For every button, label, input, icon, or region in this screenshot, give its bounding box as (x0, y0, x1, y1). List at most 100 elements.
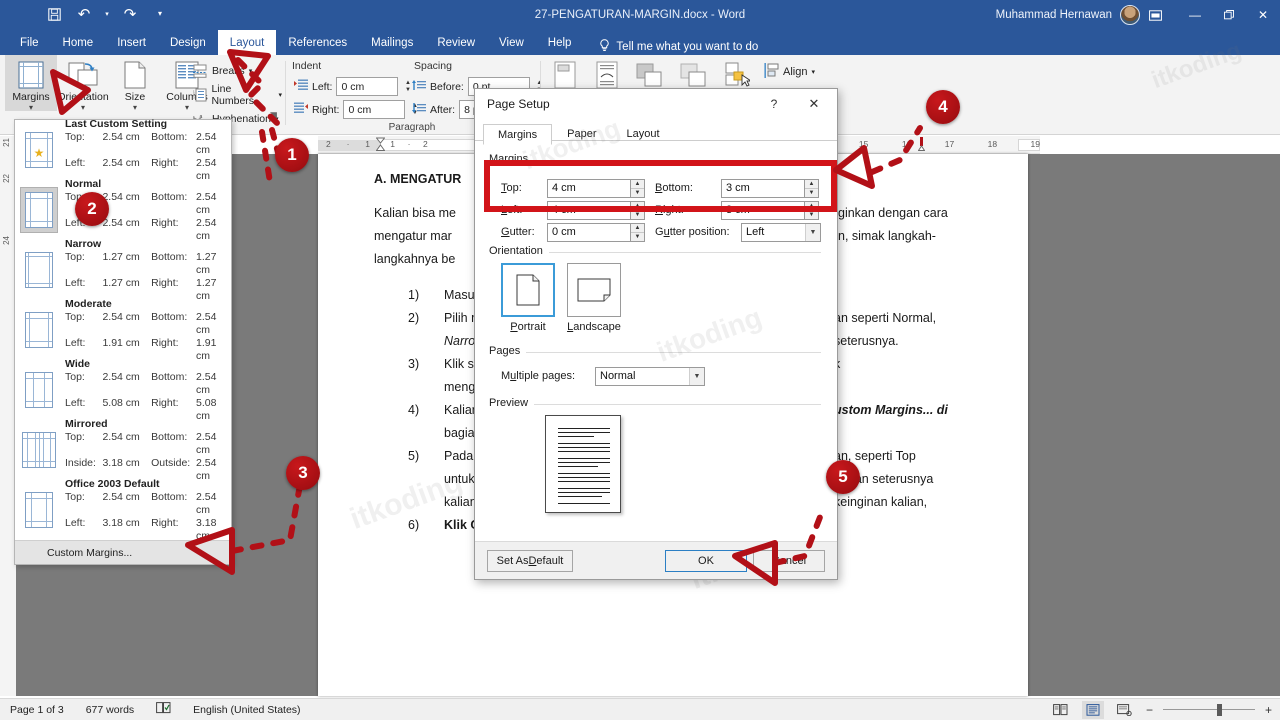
align-icon (764, 63, 779, 81)
margin-right-stepper[interactable]: ▲ ▼ (805, 200, 819, 220)
word-count[interactable]: 677 words (86, 704, 134, 716)
bottom-label: Bottom: (151, 190, 188, 203)
chevron-down-icon[interactable]: ▼ (805, 223, 820, 241)
tab-file[interactable]: File (8, 30, 51, 55)
tab-home[interactable]: Home (51, 30, 106, 55)
tab-mailings[interactable]: Mailings (359, 30, 425, 55)
dialog-footer: Set As Default OK Cancel (475, 541, 837, 579)
margin-top-input[interactable]: 4 cm (547, 178, 631, 198)
cancel-button[interactable]: Cancel (753, 550, 825, 572)
web-layout-view-button[interactable] (1114, 701, 1136, 719)
custom-margins-menu-item[interactable]: Custom Margins... (15, 540, 231, 564)
margin-right-input[interactable]: 3 cm (721, 200, 805, 220)
line-numbers-button[interactable]: 123 Line Numbers ▾ (192, 83, 282, 107)
gutter-position-select[interactable]: Left ▼ (741, 222, 821, 242)
margins-item-name: Moderate (65, 297, 112, 310)
align-button[interactable]: Align ▾ (764, 63, 815, 81)
top-label: Top: (65, 370, 85, 383)
tab-stop-marker[interactable] (917, 137, 926, 153)
help-icon[interactable]: ? (763, 94, 785, 114)
margins-menu-item-wide[interactable]: Wide Top: 2.54 cm Bottom: 2.54 cm Left: … (15, 358, 231, 422)
bottom-value: 1.27 cm (196, 250, 217, 276)
margins-chevron-down-icon[interactable]: ▾ (29, 104, 33, 112)
chevron-down-icon[interactable]: ▼ (689, 367, 704, 385)
zoom-in-button[interactable]: + (1265, 703, 1272, 717)
orientation-landscape-option[interactable]: Landscape (567, 263, 621, 333)
hruler-tick: 2 (325, 139, 331, 149)
margins-button[interactable]: Margins ▾ (5, 55, 57, 112)
margins-menu-item-normal[interactable]: Normal Top: 2.54 cm Bottom: 2.54 cm Left… (15, 178, 231, 242)
orientation-button-label: Orientation (57, 91, 109, 103)
margins-menu-item-last-custom-setting[interactable]: ★ Last Custom Setting Top: 2.54 cm Botto… (15, 117, 231, 182)
line-numbers-chevron-down-icon[interactable]: ▾ (278, 91, 282, 99)
margins-item-name: Office 2003 Default (65, 477, 160, 490)
zoom-slider-thumb[interactable] (1216, 703, 1222, 716)
proofing-icon[interactable] (156, 702, 171, 717)
lightbulb-icon (599, 39, 610, 55)
annotation-badge-2: 2 (75, 192, 109, 226)
avatar[interactable] (1120, 5, 1140, 25)
orientation-button[interactable]: Orientation ▾ (57, 55, 109, 112)
tab-review[interactable]: Review (425, 30, 487, 55)
breaks-button[interactable]: Breaks ▾ (192, 61, 282, 81)
dialog-tab-layout[interactable]: Layout (611, 123, 674, 144)
margin-left-input[interactable]: 4 cm (547, 200, 631, 220)
tab-help[interactable]: Help (536, 30, 584, 55)
size-chevron-down-icon[interactable]: ▾ (133, 104, 137, 112)
indent-marker-left[interactable] (375, 137, 386, 154)
margin-bottom-stepper[interactable]: ▲ ▼ (805, 178, 819, 198)
annotation-badge-5: 5 (826, 460, 860, 494)
margins-menu-item-office-2003-default[interactable]: Office 2003 Default Top: 2.54 cm Bottom:… (15, 477, 231, 542)
print-layout-view-button[interactable] (1081, 700, 1104, 719)
margin-left-stepper[interactable]: ▲ ▼ (631, 200, 645, 220)
page-info[interactable]: Page 1 of 3 (10, 704, 64, 716)
size-button[interactable]: Size ▾ (109, 55, 161, 112)
page-setup-dialog-launcher-icon[interactable]: ◥ (270, 110, 277, 121)
dialog-tab-margins[interactable]: Margins (483, 124, 553, 145)
restore-button[interactable] (1212, 0, 1246, 30)
tab-design[interactable]: Design (158, 30, 218, 55)
set-as-default-button[interactable]: Set As Default (487, 550, 573, 572)
margin-bottom-row: Bottom: 3 cm ▲ ▼ (655, 177, 819, 199)
margins-item-name: Last Custom Setting (65, 117, 168, 130)
minimize-button[interactable]: — (1178, 0, 1212, 30)
tab-insert[interactable]: Insert (105, 30, 158, 55)
gutter-input[interactable]: 0 cm (547, 222, 631, 242)
columns-chevron-down-icon[interactable]: ▾ (185, 104, 189, 112)
tab-layout[interactable]: Layout (217, 30, 277, 55)
zoom-out-button[interactable]: − (1146, 703, 1153, 717)
indent-left-input[interactable]: 0 cm (336, 77, 399, 96)
top-label: Top: (65, 130, 85, 143)
breaks-chevron-down-icon[interactable]: ▾ (249, 67, 253, 75)
margins-menu-item-narrow[interactable]: Narrow Top: 1.27 cm Bottom: 1.27 cm Left… (15, 238, 231, 302)
indent-right-input[interactable]: 0 cm (343, 100, 406, 119)
close-button[interactable]: ✕ (1246, 0, 1280, 30)
margins-menu-item-moderate[interactable]: Moderate Top: 2.54 cm Bottom: 2.54 cm Le… (15, 297, 231, 362)
language-status[interactable]: English (United States) (193, 704, 300, 716)
user-account[interactable]: Muhammad Hernawan (996, 0, 1140, 30)
margins-thumb-mirrored (20, 427, 58, 473)
margin-bottom-input[interactable]: 3 cm (721, 178, 805, 198)
dialog-tab-paper[interactable]: Paper (552, 123, 611, 144)
line-numbers-label: Line Numbers (211, 83, 255, 107)
tab-references[interactable]: References (276, 30, 359, 55)
gutter-stepper[interactable]: ▲ ▼ (631, 222, 645, 242)
tab-view[interactable]: View (487, 30, 536, 55)
orientation-portrait-option[interactable]: Portrait (501, 263, 555, 333)
top-label: Top: (65, 250, 85, 263)
orientation-chevron-down-icon[interactable]: ▾ (81, 104, 85, 112)
zoom-slider[interactable] (1162, 702, 1255, 718)
multiple-pages-select[interactable]: Normal ▼ (595, 366, 705, 386)
tell-me-search[interactable]: Tell me what you want to do (583, 39, 758, 55)
annotation-badge-4: 4 (926, 90, 960, 124)
margins-menu-item-mirrored[interactable]: Mirrored Top: 2.54 cm Bottom: 2.54 cm In… (15, 418, 231, 482)
margin-top-stepper[interactable]: ▲ ▼ (631, 178, 645, 198)
close-icon[interactable]: ✕ (797, 92, 831, 116)
ok-button[interactable]: OK (665, 550, 747, 572)
status-bar: Page 1 of 3 677 words English (United St… (0, 698, 1280, 720)
ribbon-display-options-icon[interactable] (1142, 0, 1168, 30)
read-mode-view-button[interactable] (1050, 701, 1072, 719)
breaks-icon (192, 63, 208, 79)
align-chevron-down-icon[interactable]: ▾ (811, 68, 815, 76)
page-setup-dialog[interactable]: Page Setup ? ✕ Margins Paper Layout Marg… (474, 88, 838, 580)
